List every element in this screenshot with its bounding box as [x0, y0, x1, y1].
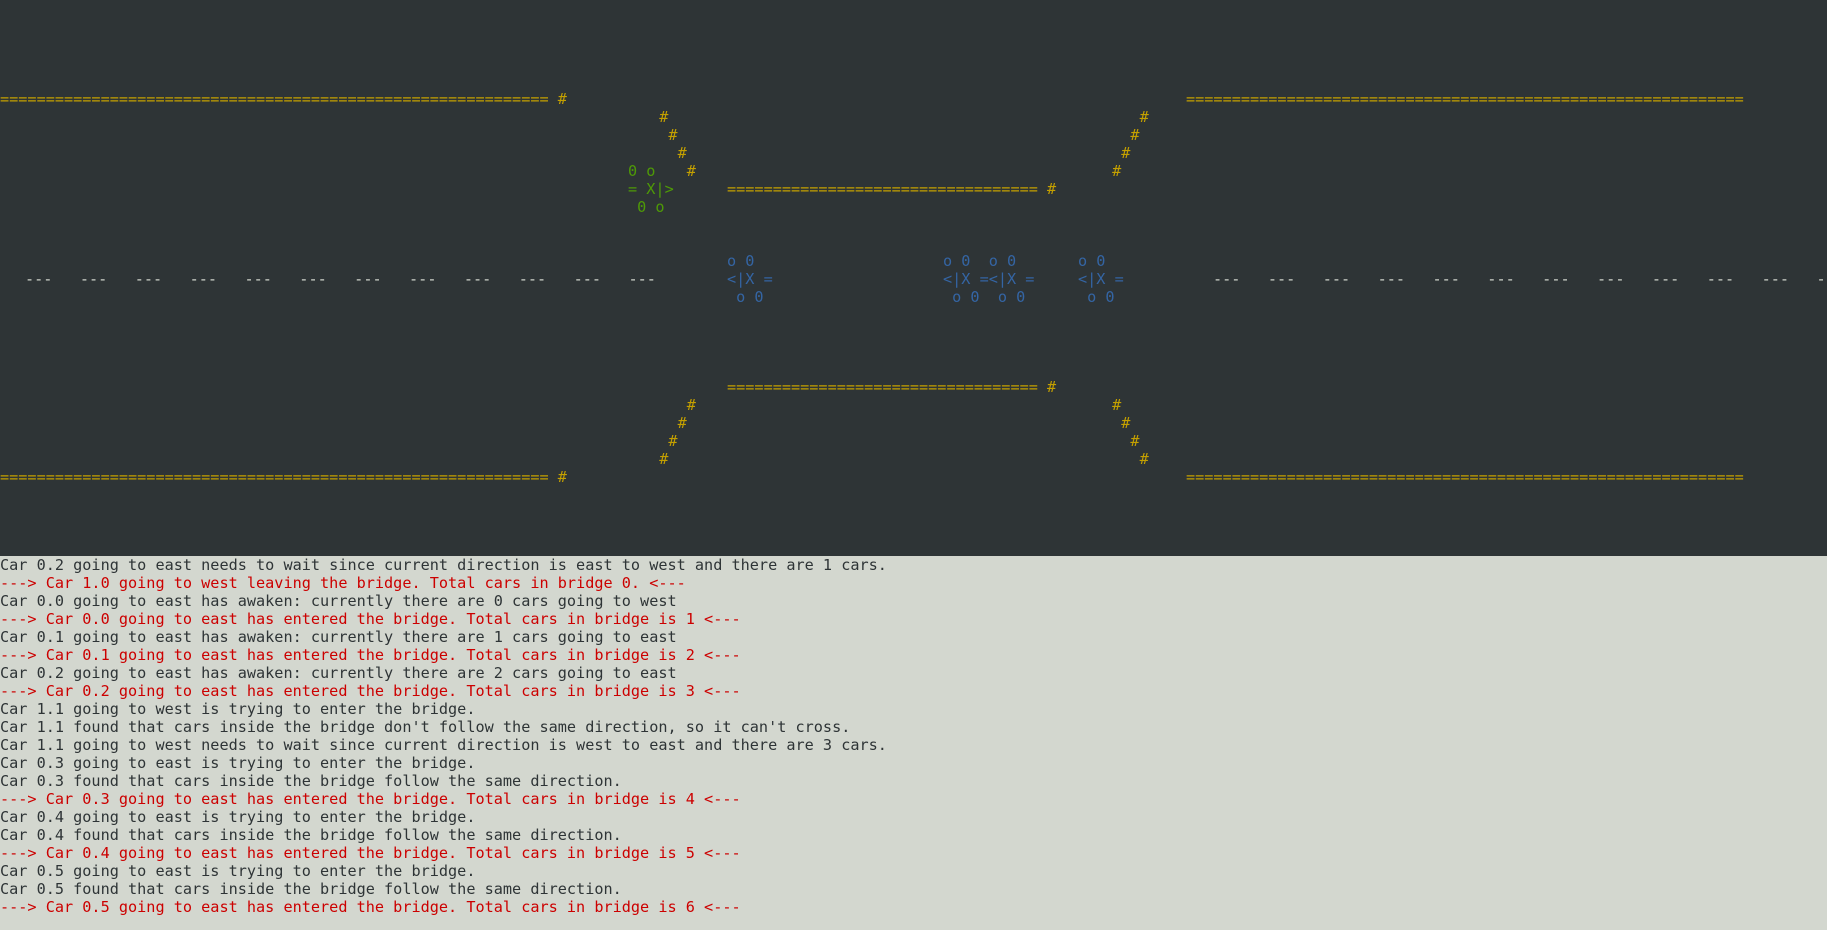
log-line: Car 0.4 going to east is trying to enter…: [0, 808, 476, 826]
bridge-car: o 0 <|X = o 0: [727, 252, 773, 306]
log-line: ---> Car 0.4 going to east has entered t…: [0, 844, 741, 862]
log-output[interactable]: Car 0.2 going to east needs to wait sinc…: [0, 556, 1827, 930]
top-left-road: ========================================…: [0, 90, 567, 108]
log-line: Car 0.2 going to east needs to wait sinc…: [0, 556, 887, 574]
bridge-bottom-rail: ================================== #: [727, 378, 1057, 396]
log-line: ---> Car 0.3 going to east has entered t…: [0, 790, 741, 808]
log-line: Car 0.2 going to east has awaken: curren…: [0, 664, 677, 682]
log-line: Car 1.1 going to west is trying to enter…: [0, 700, 476, 718]
top-right-road: ========================================…: [1186, 90, 1744, 108]
log-line: ---> Car 0.2 going to east has entered t…: [0, 682, 741, 700]
bridge-top-rail: ================================== #: [727, 180, 1057, 198]
west-lane-marks: --- --- --- --- --- --- --- --- --- --- …: [25, 270, 656, 288]
log-line: Car 1.1 found that cars inside the bridg…: [0, 718, 851, 736]
log-line: Car 0.5 found that cars inside the bridg…: [0, 880, 622, 898]
bridge-scene: ========================================…: [0, 0, 1827, 556]
top-right-ramp: # # # #: [1112, 108, 1149, 180]
bottom-right-ramp: # # # #: [1112, 396, 1149, 468]
log-line: ---> Car 0.1 going to east has entered t…: [0, 646, 741, 664]
log-line: ---> Car 0.5 going to east has entered t…: [0, 898, 741, 916]
log-line: Car 0.5 going to east is trying to enter…: [0, 862, 476, 880]
log-line: Car 0.3 going to east is trying to enter…: [0, 754, 476, 772]
log-line: ---> Car 1.0 going to west leaving the b…: [0, 574, 686, 592]
log-line: Car 0.1 going to east has awaken: curren…: [0, 628, 677, 646]
log-line: ---> Car 0.0 going to east has entered t…: [0, 610, 741, 628]
log-line: Car 1.1 going to west needs to wait sinc…: [0, 736, 887, 754]
bottom-right-road: ========================================…: [1186, 468, 1744, 486]
terminal-window[interactable]: ========================================…: [0, 0, 1827, 930]
bridge-car-pair: o 0 o 0 <|X =<|X = o 0 o 0: [943, 252, 1035, 306]
log-line: Car 0.3 found that cars inside the bridg…: [0, 772, 622, 790]
east-lane-marks: --- --- --- --- --- --- --- --- --- --- …: [1213, 270, 1827, 288]
bottom-left-road: ========================================…: [0, 468, 567, 486]
bridge-car: o 0 <|X = o 0: [1078, 252, 1124, 306]
bottom-left-ramp: # # # #: [659, 396, 696, 468]
log-line: Car 0.0 going to east has awaken: curren…: [0, 592, 677, 610]
log-line: Car 0.4 found that cars inside the bridg…: [0, 826, 622, 844]
waiting-car-west: 0 o = X|> 0 o: [628, 162, 674, 216]
